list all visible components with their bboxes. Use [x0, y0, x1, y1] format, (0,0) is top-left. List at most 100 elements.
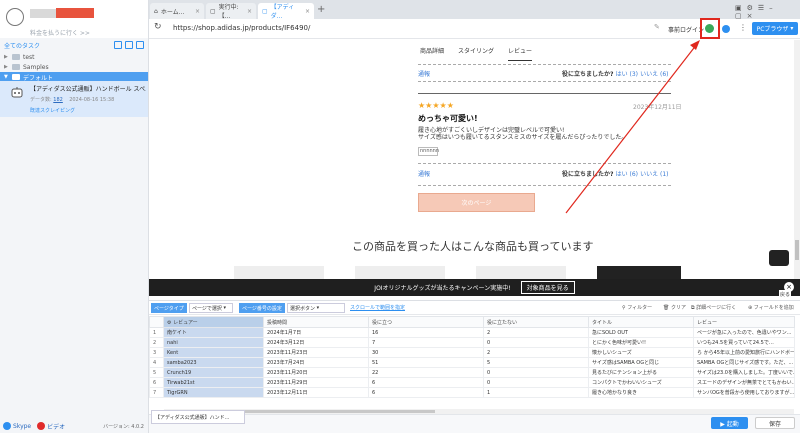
cell-title[interactable]: サイズ感はSAMBA OGと同じ: [588, 357, 694, 368]
cell-title[interactable]: 急にSOLD OUT: [588, 327, 694, 338]
cell-review[interactable]: SAMBA OGと同じサイズ感です。ただ、...: [693, 357, 795, 368]
cell-review[interactable]: スエードのデザインが無茶でとてもかわい...: [693, 377, 795, 388]
column-header[interactable]: ⚙ レビュアー: [163, 316, 264, 328]
cell-useful[interactable]: 30: [368, 347, 484, 358]
cell-time[interactable]: 2023年11月23日: [263, 347, 369, 358]
cell-time[interactable]: 2023年11月29日: [263, 377, 369, 388]
new-task-icon[interactable]: [114, 41, 122, 49]
tab-product-detail[interactable]: 商品詳細: [420, 46, 444, 61]
edit-icon[interactable]: ✎: [654, 23, 660, 31]
cell-useless[interactable]: 2: [483, 327, 589, 338]
helpful-no-button[interactable]: いいえ (1): [640, 171, 668, 178]
cell-time[interactable]: 2023年7月24日: [263, 357, 369, 368]
url-field[interactable]: https://shop.adidas.jp/products/IF6490/: [173, 24, 310, 32]
data-count-value[interactable]: 182: [53, 97, 63, 103]
table-row[interactable]: 6 Tirwab21st 2023年11月29日 6 0 コンパクトでかわいいシ…: [149, 377, 795, 388]
cell-time[interactable]: 2023年12月11日: [263, 387, 369, 398]
column-header[interactable]: レビュー: [693, 316, 795, 328]
table-row[interactable]: 7 TigrGRN 2023年12月11日 6 1 履き心地かなり良き サンバO…: [149, 387, 795, 398]
cell-useless[interactable]: 5: [483, 357, 589, 368]
detail-page-button[interactable]: ⧉ 詳細ページに行く: [691, 304, 736, 311]
clear-button[interactable]: 🗑 クリア: [663, 304, 686, 311]
next-page-button[interactable]: 次のページ: [418, 193, 535, 212]
page-number-select[interactable]: 選択ボタン ▾: [287, 303, 345, 313]
report-link[interactable]: 通報: [418, 169, 430, 178]
save-button[interactable]: 保存: [755, 417, 795, 429]
video-link[interactable]: ビデオ: [47, 422, 65, 431]
cell-useful[interactable]: 51: [368, 357, 484, 368]
task-name[interactable]: 【アディダス公式通販】ハンドボール スペ...: [30, 84, 146, 93]
table-row[interactable]: 4 samba2023 2023年7月24日 51 5 サイズ感はSAMBA O…: [149, 357, 795, 368]
cell-title[interactable]: 懐かしいシューズ: [588, 347, 694, 358]
cell-reviewer[interactable]: Kent: [163, 347, 264, 358]
reload-icon[interactable]: ↻: [154, 22, 162, 32]
cell-reviewer[interactable]: Crunch19: [163, 367, 264, 378]
pre-login-button[interactable]: 事前ログイン: [668, 25, 704, 34]
cell-reviewer[interactable]: nahi: [163, 337, 264, 348]
close-icon[interactable]: ×: [305, 8, 310, 15]
cell-time[interactable]: 2024年3月12日: [263, 337, 369, 348]
cell-review[interactable]: いつも24.5を買っていて24.5で…: [693, 337, 795, 348]
close-icon[interactable]: ×: [247, 8, 252, 15]
cell-useful[interactable]: 6: [368, 377, 484, 388]
close-icon[interactable]: ×: [195, 8, 200, 15]
add-field-button[interactable]: ⊕ フィールドを追加: [748, 304, 794, 311]
column-header[interactable]: 役に立たない: [483, 316, 589, 328]
info-icon[interactable]: [722, 25, 730, 33]
tree-item-test[interactable]: ▶ test: [0, 52, 148, 62]
cell-reviewer[interactable]: 南ケイト: [163, 327, 264, 338]
import-icon[interactable]: [136, 41, 144, 49]
tree-item-samples[interactable]: ▶ Samples: [0, 62, 148, 72]
cell-useless[interactable]: 0: [483, 367, 589, 378]
cell-title[interactable]: コンパクトでかわいいシューズ: [588, 377, 694, 388]
cell-useless[interactable]: 2: [483, 347, 589, 358]
product-thumbnail[interactable]: [597, 266, 681, 280]
table-row[interactable]: 5 Crunch19 2023年11月20日 22 0 見るたびにテンション上が…: [149, 367, 795, 378]
cell-time[interactable]: 2023年11月20日: [263, 367, 369, 378]
helpful-yes-button[interactable]: はい (3): [616, 71, 638, 78]
pc-browser-button[interactable]: PCブラウザ ▾: [752, 22, 798, 35]
tab-review[interactable]: レビュー: [508, 46, 533, 61]
task-tab[interactable]: 【アディダス公式通販】ハンド...: [151, 410, 245, 424]
helpful-no-button[interactable]: いいえ (6): [640, 71, 668, 78]
upgrade-link[interactable]: 料金を払うに行く >>: [30, 28, 90, 37]
product-thumbnail[interactable]: [234, 266, 324, 280]
tab-home[interactable]: ⌂ ホーム... ×: [150, 3, 204, 19]
new-tab-button[interactable]: +: [317, 4, 325, 15]
banner-button[interactable]: 対象商品を見る: [520, 281, 575, 294]
cell-useful[interactable]: 16: [368, 327, 484, 338]
tab-running[interactable]: ▢ 実行中: 【... ×: [206, 3, 256, 20]
cell-reviewer[interactable]: samba2023: [163, 357, 264, 368]
column-header[interactable]: 役に立つ: [368, 316, 484, 328]
more-icon[interactable]: ⋮: [739, 23, 747, 32]
chat-icon[interactable]: [769, 250, 789, 266]
cell-reviewer[interactable]: TigrGRN: [163, 387, 264, 398]
product-thumbnail[interactable]: [476, 266, 566, 280]
helpful-yes-button[interactable]: はい (6): [616, 171, 638, 178]
table-row[interactable]: 1 南ケイト 2024年1月7日 16 2 急にSOLD OUT ページが急に入…: [149, 327, 795, 338]
extension-icon[interactable]: [705, 24, 714, 33]
table-row[interactable]: 3 Kent 2023年11月23日 30 2 懐かしいシューズ ら から45年…: [149, 347, 795, 358]
skype-link[interactable]: Skype: [13, 423, 31, 430]
product-thumbnail[interactable]: [355, 266, 445, 280]
new-folder-icon[interactable]: [125, 41, 133, 49]
cell-useful[interactable]: 22: [368, 367, 484, 378]
all-tasks-link[interactable]: 全てのタスク: [4, 41, 40, 50]
column-header[interactable]: タイトル: [588, 316, 694, 328]
cell-title[interactable]: とにかく色味が可愛い!!: [588, 337, 694, 348]
cell-title[interactable]: 見るたびにテンション上がる: [588, 367, 694, 378]
return-button[interactable]: 戻る: [779, 290, 792, 299]
cell-review[interactable]: サンバOGを普段から使用しておりますが...: [693, 387, 795, 398]
table-row[interactable]: 2 nahi 2024年3月12日 7 0 とにかく色味が可愛い!! いつも24…: [149, 337, 795, 348]
cell-useless[interactable]: 0: [483, 377, 589, 388]
scroll-range-link[interactable]: スクロールで範囲を指定: [350, 304, 405, 311]
cell-review[interactable]: ページが急に入ったので、色違いやワン...: [693, 327, 795, 338]
filter-button[interactable]: ⚲ フィルター: [622, 304, 652, 311]
cell-useful[interactable]: 6: [368, 387, 484, 398]
cell-review[interactable]: サイズは23.0を購入しました。丁度いいで...: [693, 367, 795, 378]
cell-review[interactable]: ら から45年以上前の愛知旅行にハンドボー...: [693, 347, 795, 358]
page-type-select[interactable]: ページで選択 ▾: [189, 303, 233, 313]
report-link[interactable]: 通報: [418, 69, 430, 78]
page-scrollbar-thumb[interactable]: [795, 240, 799, 260]
cell-title[interactable]: 履き心地かなり良き: [588, 387, 694, 398]
